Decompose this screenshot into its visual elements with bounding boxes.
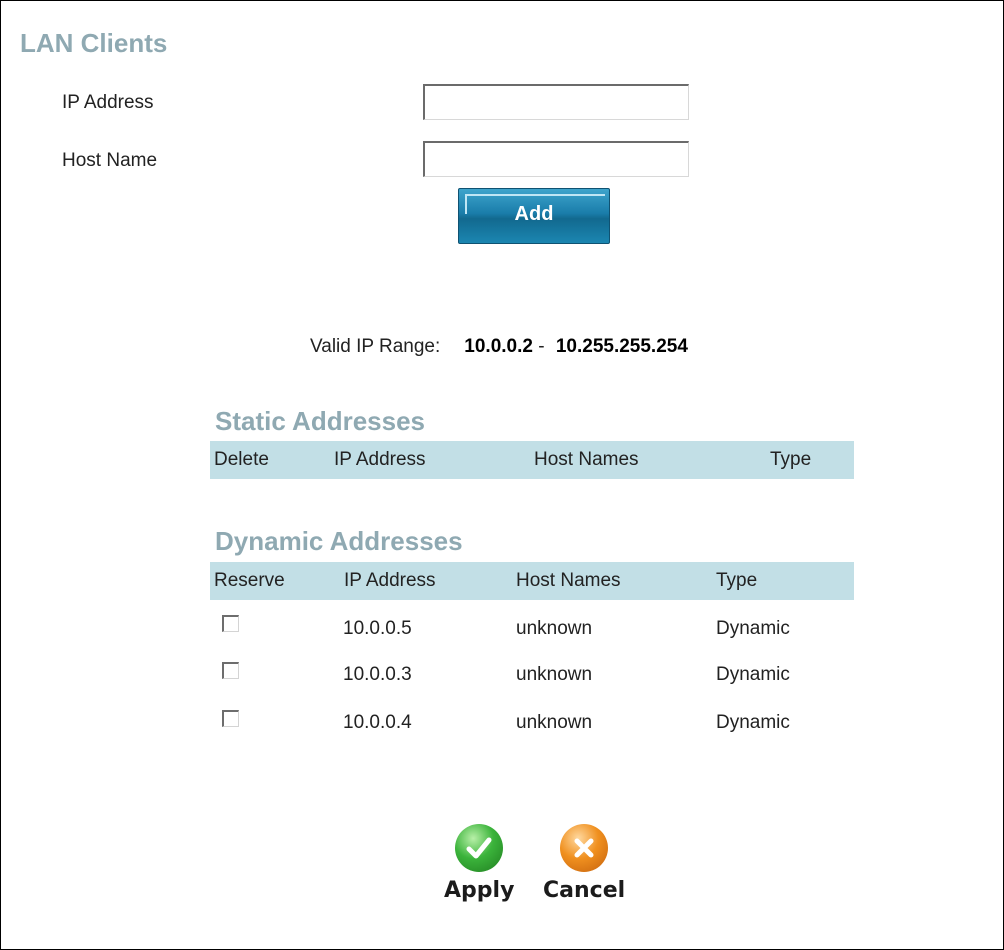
column-type: Type <box>716 570 758 591</box>
host-name-label: Host Name <box>62 150 158 171</box>
apply-label: Apply <box>444 878 515 903</box>
apply-button[interactable]: Apply <box>444 824 514 903</box>
row-host-name: unknown <box>516 664 593 685</box>
ip-address-label: IP Address <box>62 92 154 113</box>
cancel-label: Cancel <box>543 878 626 903</box>
static-addresses-header: Delete IP Address Host Names Type <box>210 441 854 479</box>
dynamic-addresses-title: Dynamic Addresses <box>215 526 463 556</box>
row-type: Dynamic <box>716 618 790 639</box>
row-ip-address: 10.0.0.4 <box>343 712 412 733</box>
valid-ip-range: Valid IP Range: 10.0.0.2 - 10.255.255.25… <box>310 336 688 358</box>
reserve-checkbox[interactable] <box>222 615 239 632</box>
row-type: Dynamic <box>716 712 790 733</box>
column-delete: Delete <box>214 449 269 470</box>
column-host-names: Host Names <box>516 570 621 591</box>
dynamic-addresses-header: Reserve IP Address Host Names Type <box>210 562 854 600</box>
cancel-button[interactable]: Cancel <box>543 824 625 903</box>
column-ip-address: IP Address <box>344 570 436 591</box>
page-title: LAN Clients <box>20 28 168 58</box>
check-icon <box>455 824 504 872</box>
x-icon <box>560 824 609 872</box>
row-host-name: unknown <box>516 712 593 733</box>
column-ip-address: IP Address <box>334 449 426 470</box>
reserve-checkbox[interactable] <box>222 662 239 679</box>
valid-ip-range-separator: - <box>532 336 550 357</box>
static-addresses-title: Static Addresses <box>215 406 426 436</box>
host-name-input[interactable] <box>423 141 689 177</box>
reserve-checkbox[interactable] <box>222 710 239 727</box>
valid-ip-range-start: 10.0.0.2 <box>464 336 533 357</box>
row-ip-address: 10.0.0.3 <box>343 664 412 685</box>
valid-ip-range-end: 10.255.255.254 <box>555 336 688 357</box>
add-button-label: Add <box>514 202 554 225</box>
valid-ip-range-label: Valid IP Range: <box>310 336 441 357</box>
column-reserve: Reserve <box>214 570 285 591</box>
row-type: Dynamic <box>716 664 790 685</box>
row-ip-address: 10.0.0.5 <box>343 618 412 639</box>
column-host-names: Host Names <box>534 449 639 470</box>
column-type: Type <box>770 449 812 470</box>
ip-address-input[interactable] <box>423 84 689 120</box>
row-host-name: unknown <box>516 618 593 639</box>
add-button[interactable]: Add <box>458 188 610 244</box>
